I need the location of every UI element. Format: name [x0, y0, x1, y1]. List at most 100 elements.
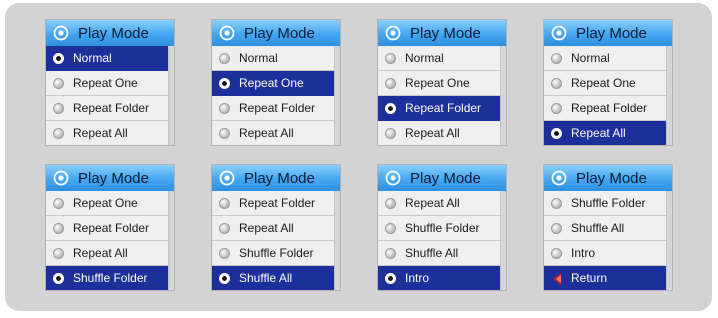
- radio-icon: [219, 247, 230, 259]
- option-label: Normal: [571, 51, 610, 65]
- option-list: Normal Repeat One Repeat Folder Repeat All: [378, 46, 506, 145]
- settings-target-icon: [384, 24, 402, 42]
- option-label: Repeat Folder: [405, 101, 482, 115]
- menu-option[interactable]: Repeat Folder: [46, 216, 168, 241]
- menu-option[interactable]: Shuffle Folder: [46, 266, 168, 290]
- menu-option[interactable]: Shuffle All: [544, 216, 666, 241]
- scrollbar[interactable]: [334, 191, 340, 290]
- menu-option[interactable]: Normal: [212, 46, 334, 71]
- menu-option[interactable]: Normal: [46, 46, 168, 71]
- menu-option[interactable]: Shuffle All: [378, 241, 500, 266]
- play-mode-panel: Play Mode Repeat All Shuffle Folder Shuffle…: [377, 164, 507, 291]
- option-label: Shuffle Folder: [73, 271, 148, 285]
- scrollbar[interactable]: [500, 46, 506, 145]
- play-mode-panel: Play Mode Normal Repeat One Repeat Folder Re…: [211, 19, 341, 146]
- menu-option[interactable]: Shuffle Folder: [212, 241, 334, 266]
- option-label: Normal: [239, 51, 278, 65]
- radio-icon: [551, 77, 562, 89]
- settings-target-icon: [52, 24, 70, 42]
- option-label: Repeat All: [73, 126, 128, 140]
- menu-option[interactable]: Repeat One: [544, 71, 666, 96]
- radio-icon: [385, 127, 396, 139]
- panel-title: Play Mode: [244, 24, 315, 42]
- radio-icon: [219, 102, 230, 114]
- menu-option[interactable]: Return: [544, 266, 666, 290]
- radio-icon: [219, 222, 230, 234]
- option-label: Repeat Folder: [73, 221, 150, 235]
- panel-header: Play Mode: [46, 20, 174, 46]
- scrollbar[interactable]: [168, 191, 174, 290]
- option-label: Repeat One: [571, 76, 636, 90]
- panel-header: Play Mode: [544, 20, 672, 46]
- radio-icon: [219, 272, 230, 284]
- play-mode-panel: Play Mode Shuffle Folder Shuffle All Intro R…: [543, 164, 673, 291]
- menu-option[interactable]: Repeat All: [378, 121, 500, 145]
- menu-option[interactable]: Intro: [378, 266, 500, 290]
- menu-option[interactable]: Normal: [378, 46, 500, 71]
- option-list: Repeat Folder Repeat All Shuffle Folder Shu…: [212, 191, 340, 290]
- option-label: Repeat Folder: [239, 196, 316, 210]
- option-label: Shuffle All: [239, 271, 293, 285]
- menu-option[interactable]: Repeat All: [544, 121, 666, 145]
- play-mode-screens-board: Play Mode Normal Repeat One Repeat Folder Re…: [5, 3, 712, 311]
- option-label: Intro: [571, 246, 596, 260]
- return-arrow-icon: [551, 272, 562, 285]
- option-label: Shuffle Folder: [239, 246, 314, 260]
- panel-header: Play Mode: [212, 20, 340, 46]
- menu-option[interactable]: Repeat All: [46, 241, 168, 266]
- option-label: Shuffle Folder: [405, 221, 480, 235]
- play-mode-panel: Play Mode Normal Repeat One Repeat Folder Re…: [45, 19, 175, 146]
- menu-option[interactable]: Repeat Folder: [378, 96, 500, 121]
- panel-title: Play Mode: [576, 24, 647, 42]
- play-mode-panel: Play Mode Normal Repeat One Repeat Folder Re…: [543, 19, 673, 146]
- menu-option[interactable]: Repeat All: [378, 191, 500, 216]
- menu-option[interactable]: Repeat Folder: [46, 96, 168, 121]
- play-mode-panel: Play Mode Repeat Folder Repeat All Shuffle …: [211, 164, 341, 291]
- scrollbar[interactable]: [500, 191, 506, 290]
- menu-option[interactable]: Shuffle Folder: [544, 191, 666, 216]
- option-label: Shuffle Folder: [571, 196, 646, 210]
- radio-icon: [219, 127, 230, 139]
- menu-option[interactable]: Repeat One: [378, 71, 500, 96]
- option-label: Intro: [405, 271, 430, 285]
- menu-option[interactable]: Repeat All: [46, 121, 168, 145]
- menu-option[interactable]: Shuffle All: [212, 266, 334, 290]
- radio-icon: [385, 77, 396, 89]
- option-list: Repeat All Shuffle Folder Shuffle All Intro: [378, 191, 506, 290]
- panel-title: Play Mode: [244, 169, 315, 187]
- option-list: Normal Repeat One Repeat Folder Repeat All: [544, 46, 672, 145]
- scrollbar[interactable]: [168, 46, 174, 145]
- settings-target-icon: [218, 24, 236, 42]
- scrollbar[interactable]: [666, 46, 672, 145]
- option-label: Repeat One: [239, 76, 304, 90]
- option-label: Normal: [405, 51, 444, 65]
- option-label: Repeat All: [73, 246, 128, 260]
- menu-option[interactable]: Repeat All: [212, 121, 334, 145]
- menu-option[interactable]: Repeat One: [212, 71, 334, 96]
- menu-option[interactable]: Repeat One: [46, 191, 168, 216]
- menu-option[interactable]: Repeat All: [212, 216, 334, 241]
- scrollbar[interactable]: [334, 46, 340, 145]
- panel-title: Play Mode: [78, 169, 149, 187]
- scrollbar[interactable]: [666, 191, 672, 290]
- panel-title: Play Mode: [410, 24, 481, 42]
- menu-option[interactable]: Repeat Folder: [544, 96, 666, 121]
- settings-target-icon: [384, 169, 402, 187]
- menu-option[interactable]: Intro: [544, 241, 666, 266]
- radio-icon: [551, 222, 562, 234]
- radio-icon: [385, 272, 396, 284]
- menu-option[interactable]: Normal: [544, 46, 666, 71]
- settings-target-icon: [218, 169, 236, 187]
- radio-icon: [385, 247, 396, 259]
- panel-header: Play Mode: [378, 20, 506, 46]
- menu-option[interactable]: Shuffle Folder: [378, 216, 500, 241]
- radio-icon: [551, 197, 562, 209]
- radio-icon: [53, 222, 64, 234]
- settings-target-icon: [52, 169, 70, 187]
- menu-option[interactable]: Repeat Folder: [212, 191, 334, 216]
- menu-option[interactable]: Repeat Folder: [212, 96, 334, 121]
- panel-title: Play Mode: [576, 169, 647, 187]
- option-label: Shuffle All: [405, 246, 459, 260]
- radio-icon: [551, 52, 562, 64]
- menu-option[interactable]: Repeat One: [46, 71, 168, 96]
